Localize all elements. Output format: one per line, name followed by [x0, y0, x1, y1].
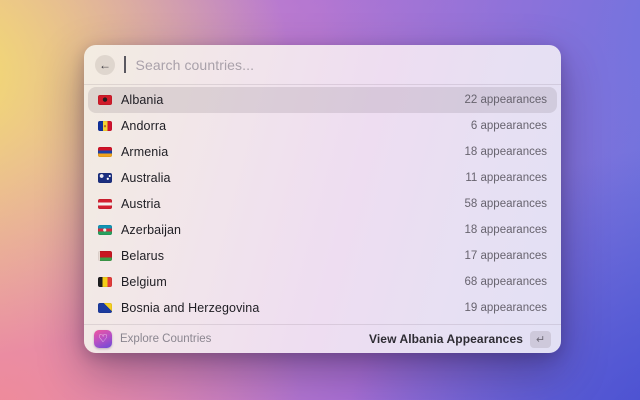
primary-action-label: View Albania Appearances: [368, 332, 523, 346]
country-name: Belarus: [121, 249, 165, 263]
country-name: Belgium: [121, 275, 167, 289]
appearance-count: 18 appearances: [464, 146, 547, 158]
list-item-australia[interactable]: Australia 11 appearances: [88, 165, 557, 191]
flag-icon: [98, 173, 112, 183]
flag-icon: [98, 225, 112, 235]
extension-icon: ♡: [94, 330, 112, 348]
list-item-belarus[interactable]: Belarus 17 appearances: [88, 243, 557, 269]
flag-icon: [98, 277, 112, 287]
list-item-belgium[interactable]: Belgium 68 appearances: [88, 269, 557, 295]
footer-bar: ♡ Explore Countries View Albania Appeara…: [84, 324, 561, 353]
heart-icon: ♡: [98, 332, 108, 345]
return-key-icon: ↵: [535, 333, 546, 346]
flag-icon: [98, 95, 112, 105]
command-palette-window: ← Search countries... Albania 22 appeara…: [84, 45, 561, 353]
list-item-bosnia-and-herzegovina[interactable]: Bosnia and Herzegovina 19 appearances: [88, 295, 557, 321]
appearance-count: 58 appearances: [464, 198, 547, 210]
list-item-austria[interactable]: Austria 58 appearances: [88, 191, 557, 217]
return-key-badge: ↵: [530, 330, 551, 348]
flag-icon: [98, 199, 112, 209]
appearance-count: 19 appearances: [464, 302, 547, 314]
primary-action[interactable]: View Albania Appearances ↵: [368, 330, 551, 348]
appearance-count: 18 appearances: [464, 224, 547, 236]
appearance-count: 11 appearances: [465, 172, 547, 184]
flag-icon: [98, 147, 112, 157]
flag-icon: [98, 251, 112, 261]
text-cursor: [124, 56, 126, 73]
back-button[interactable]: ←: [95, 54, 115, 75]
list-item-armenia[interactable]: Armenia 18 appearances: [88, 139, 557, 165]
country-name: Bosnia and Herzegovina: [121, 301, 260, 315]
country-name: Austria: [121, 197, 161, 211]
country-name: Andorra: [121, 119, 167, 133]
search-input[interactable]: Search countries...: [136, 57, 255, 73]
extension-name: Explore Countries: [120, 333, 212, 345]
appearance-count: 22 appearances: [464, 94, 547, 106]
country-name: Australia: [121, 171, 171, 185]
country-name: Albania: [121, 93, 164, 107]
list-item-andorra[interactable]: Andorra 6 appearances: [88, 113, 557, 139]
appearance-count: 17 appearances: [464, 250, 547, 262]
appearance-count: 6 appearances: [470, 120, 547, 132]
appearance-count: 68 appearances: [464, 276, 547, 288]
country-name: Armenia: [121, 145, 169, 159]
flag-icon: [98, 121, 112, 131]
country-list: Albania 22 appearances Andorra 6 appeara…: [84, 85, 561, 324]
country-name: Azerbaijan: [121, 223, 182, 237]
list-item-albania[interactable]: Albania 22 appearances: [88, 87, 557, 113]
back-arrow-icon: ←: [99, 57, 111, 72]
search-bar: ← Search countries...: [84, 45, 561, 85]
flag-icon: [98, 303, 112, 313]
list-item-azerbaijan[interactable]: Azerbaijan 18 appearances: [88, 217, 557, 243]
